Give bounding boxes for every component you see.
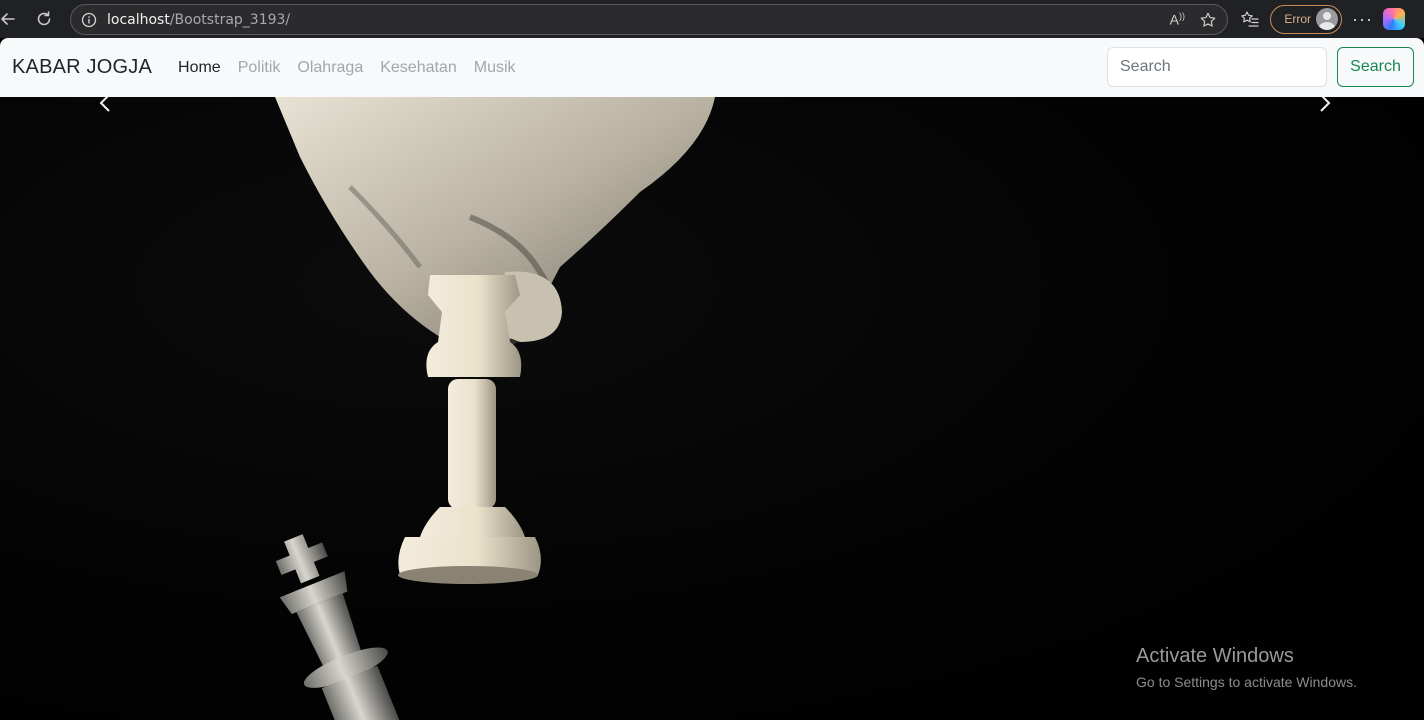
profile-error-button[interactable]: Error: [1270, 4, 1342, 34]
browser-tools: Error ···: [1240, 0, 1405, 38]
favorites-list-icon[interactable]: [1240, 9, 1260, 29]
carousel-next-button[interactable]: [1280, 97, 1360, 127]
read-aloud-label: A: [1169, 11, 1179, 28]
address-bar[interactable]: localhost/Bootstrap_3193/ A)): [70, 4, 1228, 35]
more-options-icon[interactable]: ···: [1352, 9, 1373, 30]
search-button[interactable]: Search: [1337, 47, 1414, 87]
avatar: [1316, 8, 1338, 30]
site-navbar: KABAR JOGJA Home Politik Olahraga Keseha…: [0, 38, 1424, 97]
arrow-left-icon: [1, 13, 15, 25]
back-button[interactable]: [0, 5, 22, 33]
nav-links: Home Politik Olahraga Kesehatan Musik: [178, 59, 516, 77]
profile-status-text: Error: [1284, 12, 1311, 26]
reload-icon: [37, 11, 51, 26]
nav-link-olahraga[interactable]: Olahraga: [297, 59, 363, 77]
read-aloud-icon[interactable]: A)): [1170, 11, 1185, 28]
nav-link-home[interactable]: Home: [178, 59, 221, 77]
chevron-right-icon: [1320, 97, 1331, 112]
url-path: /Bootstrap_3193/: [169, 11, 291, 28]
search-input[interactable]: [1107, 47, 1327, 87]
nav-link-kesehatan[interactable]: Kesehatan: [380, 59, 457, 77]
url-text[interactable]: localhost/Bootstrap_3193/: [107, 12, 290, 28]
nav-link-politik[interactable]: Politik: [238, 59, 281, 77]
carousel-prev-button[interactable]: [66, 97, 146, 127]
watermark-title: Activate Windows: [1136, 645, 1294, 667]
activate-windows-watermark: Activate Windows Go to Settings to activ…: [1136, 645, 1357, 690]
hero-carousel: [0, 97, 1424, 720]
nav-link-musik[interactable]: Musik: [474, 59, 516, 77]
url-host: localhost: [107, 11, 170, 28]
favorite-star-icon[interactable]: [1199, 11, 1217, 29]
watermark-subtitle: Go to Settings to activate Windows.: [1136, 674, 1357, 690]
address-bar-actions: A)): [1170, 5, 1217, 34]
navbar-brand[interactable]: KABAR JOGJA: [12, 56, 152, 79]
info-icon[interactable]: [81, 12, 97, 28]
reload-button[interactable]: [30, 5, 58, 33]
carousel-image-chess: [275, 97, 715, 720]
copilot-icon[interactable]: [1382, 8, 1405, 30]
chevron-left-icon: [99, 97, 110, 112]
search-form: Search: [1107, 47, 1414, 87]
browser-toolbar: localhost/Bootstrap_3193/ A)) Error ···: [0, 0, 1424, 38]
